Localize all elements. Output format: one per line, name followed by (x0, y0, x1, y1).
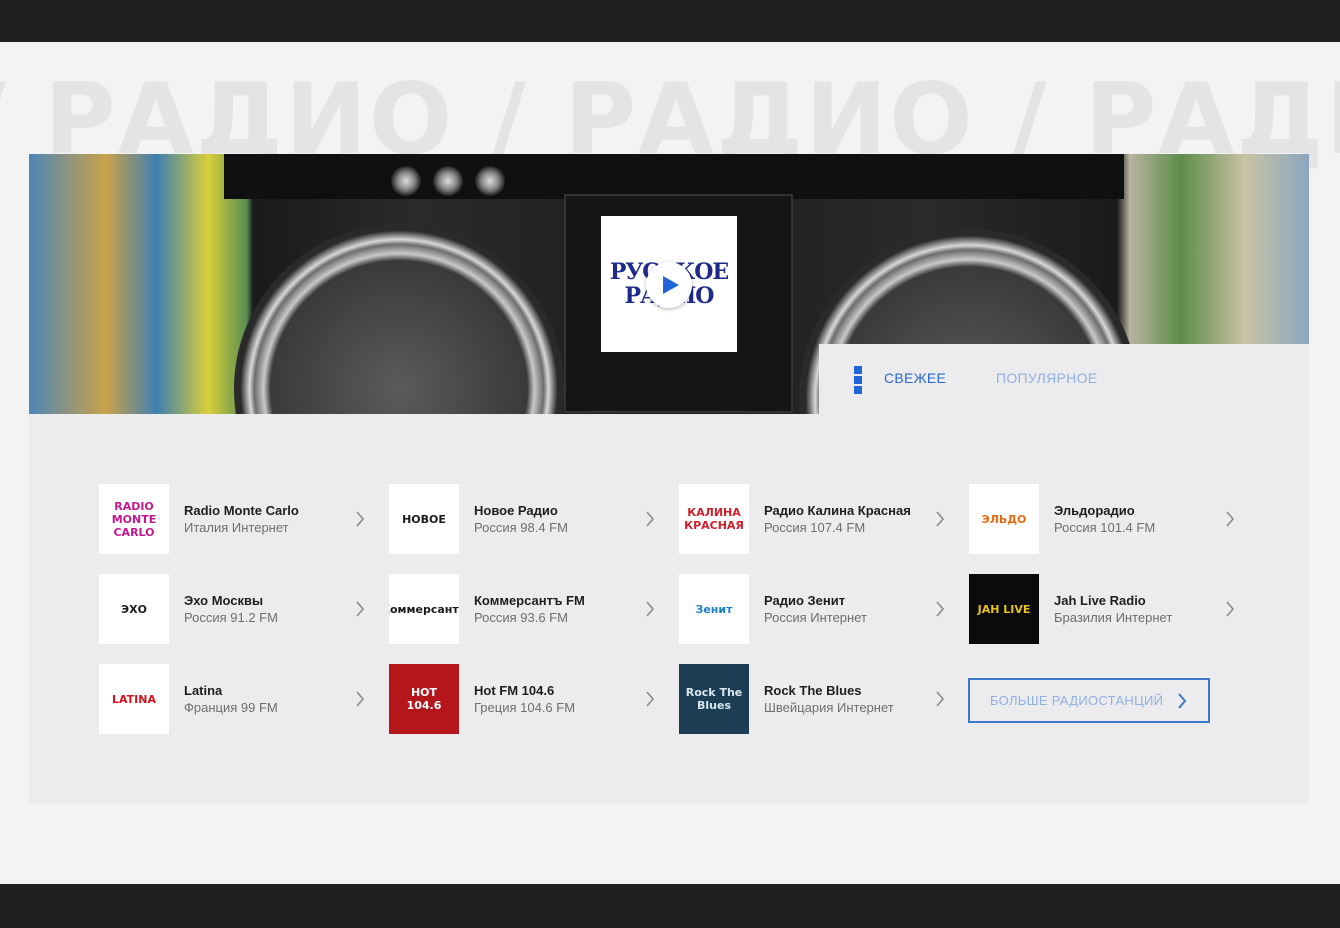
station-logo-text: HOT 104.6 (406, 686, 442, 712)
boombox-knob (475, 166, 505, 196)
boombox-knob (433, 166, 463, 196)
chevron-right-icon[interactable] (644, 690, 656, 708)
chevron-right-icon[interactable] (934, 510, 946, 528)
station-logo: КАЛИНА КРАСНАЯ (679, 484, 749, 554)
station-name: Jah Live Radio (1054, 593, 1146, 608)
station-logo-text: LATINA (112, 692, 156, 706)
play-icon (663, 276, 679, 294)
station-item[interactable]: НОВОЕ Новое Радио Россия 98.4 FM (389, 484, 664, 554)
station-meta: Италия Интернет (184, 520, 289, 535)
station-logo-text: НОВОЕ (402, 512, 446, 526)
station-logo-text: ЭХО (121, 602, 147, 616)
station-logo: LATINA (99, 664, 169, 734)
station-name: Радио Зенит (764, 593, 846, 608)
station-logo: Коммерсантъ (389, 574, 459, 644)
station-name: Эльдорадио (1054, 503, 1135, 518)
station-item[interactable]: LATINA Latina Франция 99 FM (99, 664, 374, 734)
top-bar (0, 0, 1340, 42)
more-stations-label: БОЛЬШЕ РАДИОСТАНЦИЙ (990, 693, 1164, 708)
chevron-right-icon[interactable] (644, 510, 656, 528)
station-meta: Бразилия Интернет (1054, 610, 1173, 625)
station-item[interactable]: HOT 104.6 Hot FM 104.6 Греция 104.6 FM (389, 664, 664, 734)
station-logo-text: Зенит (695, 602, 733, 616)
station-item[interactable]: Rock The Blues Rock The Blues Швейцария Ин… (679, 664, 954, 734)
chevron-right-icon[interactable] (354, 690, 366, 708)
chevron-right-icon[interactable] (1224, 510, 1236, 528)
station-name: Коммерсантъ FM (474, 593, 585, 608)
station-meta: Россия 93.6 FM (474, 610, 568, 625)
chevron-right-icon[interactable] (934, 600, 946, 618)
station-item[interactable]: Зенит Радио Зенит Россия Интернет (679, 574, 954, 644)
station-item[interactable]: ЭХО Эхо Москвы Россия 91.2 FM (99, 574, 374, 644)
station-item[interactable]: ЭЛЬДО Эльдорадио Россия 101.4 FM (969, 484, 1244, 554)
station-item[interactable]: КАЛИНА КРАСНАЯ Радио Калина Красная Россия… (679, 484, 954, 554)
station-logo: Зенит (679, 574, 749, 644)
station-logo-text: ЭЛЬДО (981, 512, 1027, 526)
station-name: Радио Калина Красная (764, 503, 911, 518)
station-name: Новое Радио (474, 503, 558, 518)
play-button[interactable] (646, 262, 692, 308)
station-meta: Россия 91.2 FM (184, 610, 278, 625)
station-logo: HOT 104.6 (389, 664, 459, 734)
station-name: Latina (184, 683, 223, 698)
station-name: Radio Monte Carlo (184, 503, 299, 518)
tab-fresh[interactable]: СВЕЖЕЕ (884, 370, 946, 386)
station-meta: Россия 101.4 FM (1054, 520, 1156, 535)
station-meta: Франция 99 FM (184, 700, 278, 715)
station-logo: НОВОЕ (389, 484, 459, 554)
boombox-top (224, 154, 1124, 199)
station-logo: RADIO MONTE CARLO (99, 484, 169, 554)
station-name: Rock The Blues (764, 683, 862, 698)
station-name: Эхо Москвы (184, 593, 264, 608)
station-logo-text: JAH LIVE (977, 602, 1031, 616)
station-logo-text: КАЛИНА КРАСНАЯ (684, 506, 744, 532)
station-logo: JAH LIVE (969, 574, 1039, 644)
station-logo: ЭХО (99, 574, 169, 644)
station-meta: Россия Интернет (764, 610, 867, 625)
station-logo: Rock The Blues (679, 664, 749, 734)
chevron-right-icon[interactable] (644, 600, 656, 618)
chevron-right-icon[interactable] (1224, 600, 1236, 618)
station-logo: ЭЛЬДО (969, 484, 1039, 554)
station-item[interactable]: RADIO MONTE CARLO Radio Monte Carlo Италия… (99, 484, 374, 554)
tab-popular[interactable]: ПОПУЛЯРНОЕ (996, 370, 1097, 386)
bottom-bar (0, 884, 1340, 928)
station-item[interactable]: JAH LIVE Jah Live Radio Бразилия Интернет (969, 574, 1244, 644)
station-logo-text: Rock The Blues (685, 686, 743, 712)
station-logo-text: Коммерсантъ (389, 602, 459, 616)
chevron-right-icon (1178, 692, 1187, 709)
chevron-right-icon[interactable] (934, 690, 946, 708)
speaker-left (234, 224, 564, 414)
station-meta: Швейцария Интернет (764, 700, 894, 715)
chevron-right-icon[interactable] (354, 510, 366, 528)
station-name: Hot FM 104.6 (474, 683, 555, 698)
station-meta: Россия 107.4 FM (764, 520, 866, 535)
more-stations-button[interactable]: БОЛЬШЕ РАДИОСТАНЦИЙ (968, 678, 1210, 723)
boombox-knob (391, 166, 421, 196)
station-logo-text: RADIO MONTE CARLO (111, 499, 157, 539)
tabs-bar: СВЕЖЕЕ ПОПУЛЯРНОЕ (819, 344, 1309, 414)
station-meta: Греция 104.6 FM (474, 700, 576, 715)
station-meta: Россия 98.4 FM (474, 520, 568, 535)
station-item[interactable]: Коммерсантъ Коммерсантъ FM Россия 93.6 FM (389, 574, 664, 644)
chevron-right-icon[interactable] (354, 600, 366, 618)
active-tab-indicator (854, 366, 862, 394)
